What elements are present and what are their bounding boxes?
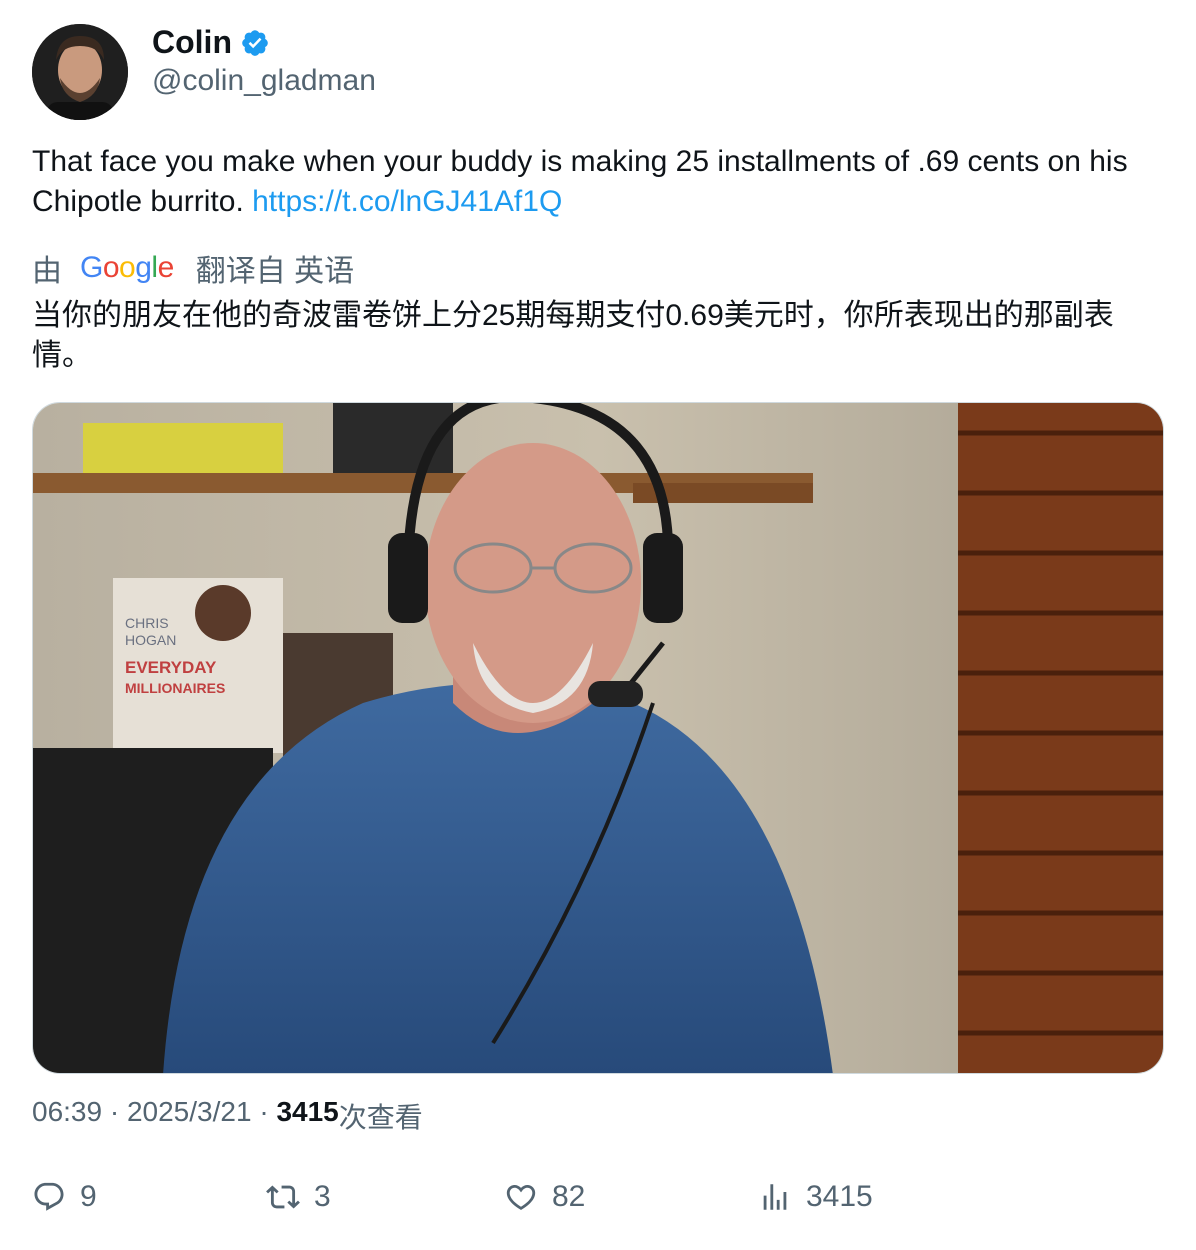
reply-button[interactable]: 9 (32, 1180, 97, 1214)
action-bar: 9 3 82 3415 (0, 1180, 1196, 1230)
views-icon (763, 1184, 787, 1210)
tweet-card: Colin @colin_gladman That face you make … (0, 0, 1196, 1250)
views-action-count: 3415 (806, 1180, 873, 1213)
tweet-text: That face you make when your buddy is ma… (32, 142, 1172, 222)
meta-separator: · (102, 1096, 127, 1127)
tweet-time[interactable]: 06:39 (32, 1096, 102, 1136)
retweet-count: 3 (314, 1180, 331, 1213)
translation-attribution: 由 Google 翻译自 英语 (32, 246, 354, 290)
reply-count: 9 (80, 1180, 97, 1213)
avatar[interactable] (32, 24, 128, 120)
like-button[interactable]: 82 (504, 1180, 585, 1214)
views-label: 次查看 (338, 1102, 423, 1133)
translated-by-label: 由 (32, 255, 62, 288)
translated-from-label: 翻译自 英语 (195, 255, 355, 288)
tweet-meta: 06:39 · 2025/3/21 · 3415 次查看 (32, 1096, 423, 1136)
views-button[interactable]: 3415 (758, 1180, 873, 1214)
retweet-icon (266, 1185, 300, 1209)
svg-text:HOGAN: HOGAN (125, 632, 176, 648)
tweet-link[interactable]: https://t.co/lnGJ41Af1Q (252, 185, 562, 218)
tweet-body: That face you make when your buddy is ma… (32, 145, 1128, 218)
author-name[interactable]: Colin (152, 24, 232, 61)
verified-badge-icon (242, 29, 268, 56)
views-count: 3415 (276, 1096, 339, 1127)
svg-text:CHRIS: CHRIS (125, 615, 169, 631)
avatar-image (32, 24, 128, 120)
author-handle[interactable]: @colin_gladman (152, 64, 376, 98)
retweet-button[interactable]: 3 (266, 1180, 331, 1214)
google-logo[interactable]: Google (80, 251, 174, 285)
tweet-media[interactable]: CHRIS HOGAN EVERYDAY MILLIONAIRES (32, 402, 1164, 1074)
svg-text:EVERYDAY: EVERYDAY (125, 658, 217, 677)
svg-text:MILLIONAIRES: MILLIONAIRES (125, 680, 225, 696)
like-count: 82 (552, 1180, 586, 1213)
translated-text: 当你的朋友在他的奇波雷卷饼上分25期每期支付0.69美元时，你所表现出的那副表情… (32, 299, 1114, 372)
media-image: CHRIS HOGAN EVERYDAY MILLIONAIRES (33, 403, 1163, 1073)
like-icon (506, 1184, 536, 1210)
meta-separator: · (251, 1096, 277, 1127)
reply-icon (34, 1182, 64, 1211)
tweet-date[interactable]: 2025/3/21 (127, 1096, 252, 1136)
